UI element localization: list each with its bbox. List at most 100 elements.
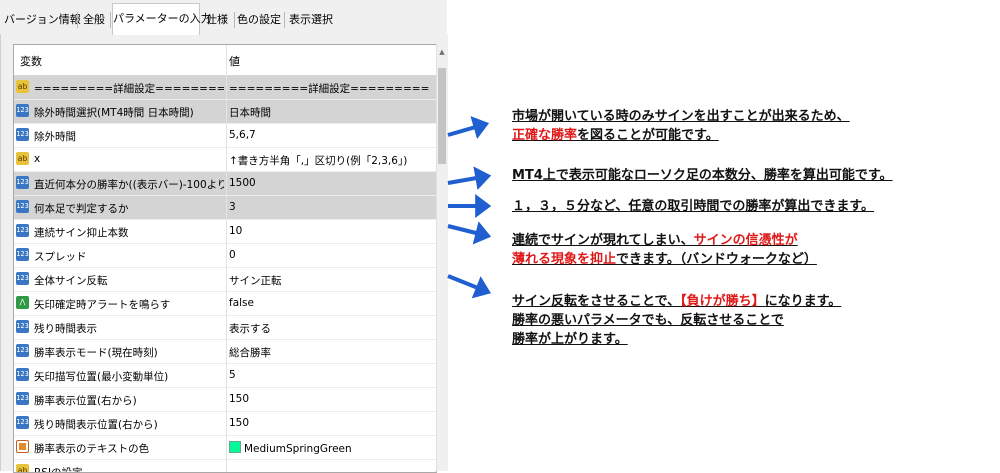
tab-general[interactable]: 全般 [80, 8, 108, 32]
annotation-line: １，３，５分など、任意の取引時間での勝率が算出できます。 [512, 199, 875, 214]
parameter-value[interactable]: サイン正転 [229, 273, 282, 288]
table-row[interactable]: 123 除外時間 5,6,7 [14, 124, 436, 148]
annotation-line: 市場が開いている時のみサインを出すことが出来るため、 [512, 109, 850, 124]
tab-separator [234, 12, 235, 28]
integer-type-icon: 123 [16, 248, 29, 261]
parameter-name: 矢印確定時アラートを鳴らす [34, 299, 171, 311]
column-header-value[interactable]: 値 [229, 53, 240, 69]
table-row[interactable]: 123 連続サイン抑止本数 10 [14, 220, 436, 244]
string-type-icon: ab [16, 80, 29, 93]
color-type-icon [16, 440, 29, 453]
table-row[interactable]: ab =========詳細設定========= =========詳細設定===… [14, 76, 436, 100]
annotation-highlight: 薄れる現象を抑止 [512, 252, 617, 267]
parameter-name: 勝率表示のテキストの色 [34, 443, 150, 455]
integer-type-icon: 123 [16, 272, 29, 285]
annotation-line: 勝率が上がります。 [512, 332, 628, 347]
boolean-type-icon: ⋀ [16, 296, 29, 309]
column-divider [226, 45, 227, 472]
tab-separator [284, 12, 285, 28]
parameter-name: RSIの設定 [34, 467, 83, 473]
parameter-name: 残り時間表示位置(右から) [34, 419, 158, 431]
integer-type-icon: 123 [16, 368, 29, 381]
annotation-line: サイン反転をさせることで、【負けが勝ち】になります。 [512, 292, 841, 311]
integer-type-icon: 123 [16, 200, 29, 213]
parameter-value[interactable]: 1500 [229, 177, 256, 189]
table-row[interactable]: 123 何本足で判定するか 3 [14, 196, 436, 220]
annotation-highlight: サインの信憑性が [693, 233, 798, 248]
arrow-2 [447, 166, 492, 191]
annotation-consecutive-signal: 連続でサインが現れてしまい、サインの信憑性が 薄れる現象を抑止できます。（バンド… [512, 231, 817, 269]
annotation-line: MT4上で表示可能なローソク足の本数分、勝率を算出可能です。 [512, 168, 893, 183]
tab-separator [110, 12, 111, 28]
parameter-value[interactable]: 表示する [229, 321, 271, 336]
parameter-value[interactable]: 150 [229, 393, 249, 405]
parameter-name: 残り時間表示 [34, 323, 97, 335]
table-row[interactable]: 123 全体サイン反転 サイン正転 [14, 268, 436, 292]
table-row[interactable]: 勝率表示のテキストの色 MediumSpringGreen [14, 436, 436, 460]
table-row[interactable]: ab RSIの設定 [14, 460, 436, 473]
parameter-value[interactable]: MediumSpringGreen [229, 441, 352, 455]
annotation-line: 正確な勝率を図ることが可能です。 [512, 126, 850, 145]
parameter-value[interactable]: 10 [229, 225, 242, 237]
arrow-5 [447, 274, 491, 299]
scroll-up-arrow-icon[interactable]: ▲ [437, 46, 447, 58]
table-row[interactable]: 123 除外時間選択(MT4時間 日本時間) 日本時間 [14, 100, 436, 124]
annotation-text: できます。（バンドウォークなど） [616, 252, 817, 267]
tab-display-select[interactable]: 表示選択 [287, 8, 335, 32]
grid-header: 変数 値 [14, 45, 436, 76]
tab-color-settings[interactable]: 色の設定 [237, 8, 281, 32]
integer-type-icon: 123 [16, 392, 29, 405]
tab-separator [77, 12, 78, 28]
table-row[interactable]: 123 残り時間表示 表示する [14, 316, 436, 340]
annotation-highlight: 正確な勝率 [512, 128, 578, 143]
annotation-text: 連続でサインが現れてしまい、 [512, 233, 694, 248]
arrow-4 [447, 221, 492, 245]
table-row[interactable]: ⋀ 矢印確定時アラートを鳴らす false [14, 292, 436, 316]
parameter-value[interactable]: 0 [229, 249, 236, 261]
parameter-name: x [34, 153, 41, 165]
color-swatch [229, 441, 241, 453]
integer-type-icon: 123 [16, 176, 29, 189]
parameter-value[interactable]: 日本時間 [229, 105, 271, 120]
parameter-name: =========詳細設定========= [34, 83, 224, 95]
parameter-value[interactable]: 3 [229, 201, 236, 213]
parameter-value[interactable]: 5,6,7 [229, 129, 256, 141]
parameter-name: 連続サイン抑止本数 [34, 227, 129, 239]
parameter-value[interactable]: ↑書き方半角「,」区切り(例「2,3,6」) [229, 153, 407, 168]
integer-type-icon: 123 [16, 344, 29, 357]
annotation-text: を図ることが可能です。 [577, 128, 719, 143]
parameter-value[interactable]: =========詳細設定========= [229, 81, 429, 96]
integer-type-icon: 123 [16, 128, 29, 141]
parameter-value[interactable]: 150 [229, 417, 249, 429]
scrollbar-thumb[interactable] [438, 68, 446, 164]
integer-type-icon: 123 [16, 320, 29, 333]
table-row[interactable]: ab x ↑書き方半角「,」区切り(例「2,3,6」) [14, 148, 436, 172]
parameter-grid: 変数 値 ab =========詳細設定========= =========詳細… [13, 44, 437, 473]
table-row[interactable]: 123 勝率表示位置(右から) 150 [14, 388, 436, 412]
integer-type-icon: 123 [16, 416, 29, 429]
parameter-value[interactable]: 5 [229, 369, 236, 381]
parameter-value[interactable]: 総合勝率 [229, 345, 271, 360]
tab-bar: バージョン情報 全般 パラメーターの入力 仕様 色の設定 表示選択 [0, 0, 447, 35]
annotation-text: になります。 [764, 294, 842, 309]
table-row[interactable]: 123 矢印描写位置(最小変動単位) 5 [14, 364, 436, 388]
parameter-name: 矢印描写位置(最小変動単位) [34, 371, 169, 383]
table-row[interactable]: 123 勝率表示モード(現在時刻) 総合勝率 [14, 340, 436, 364]
annotation-judge-bars: １，３，５分など、任意の取引時間での勝率が算出できます。 [512, 197, 874, 216]
annotation-line: 薄れる現象を抑止できます。（バンドウォークなど） [512, 250, 817, 269]
integer-type-icon: 123 [16, 104, 29, 117]
table-row[interactable]: 123 残り時間表示位置(右から) 150 [14, 412, 436, 436]
tab-parameters[interactable]: パラメーターの入力 [112, 3, 212, 35]
parameter-name: 直近何本分の勝率か((表示バー)-100より多いとエ... [34, 179, 224, 191]
table-row[interactable]: 123 スプレッド 0 [14, 244, 436, 268]
parameter-name: 勝率表示位置(右から) [34, 395, 137, 407]
annotation-signal-reverse: サイン反転をさせることで、【負けが勝ち】になります。 勝率の悪いパラメータでも、… [512, 292, 841, 349]
column-header-variable[interactable]: 変数 [20, 53, 42, 69]
parameter-name: スプレッド [34, 251, 87, 263]
grid-scrollbar[interactable]: ▲ [436, 44, 447, 471]
table-row[interactable]: 123 直近何本分の勝率か((表示バー)-100より多いとエ... 1500 [14, 172, 436, 196]
tab-version-info[interactable]: バージョン情報 [4, 8, 81, 32]
parameter-value[interactable]: false [229, 297, 254, 309]
parameters-panel: 変数 値 ab =========詳細設定========= =========詳細… [0, 34, 448, 473]
string-type-icon: ab [16, 464, 29, 472]
